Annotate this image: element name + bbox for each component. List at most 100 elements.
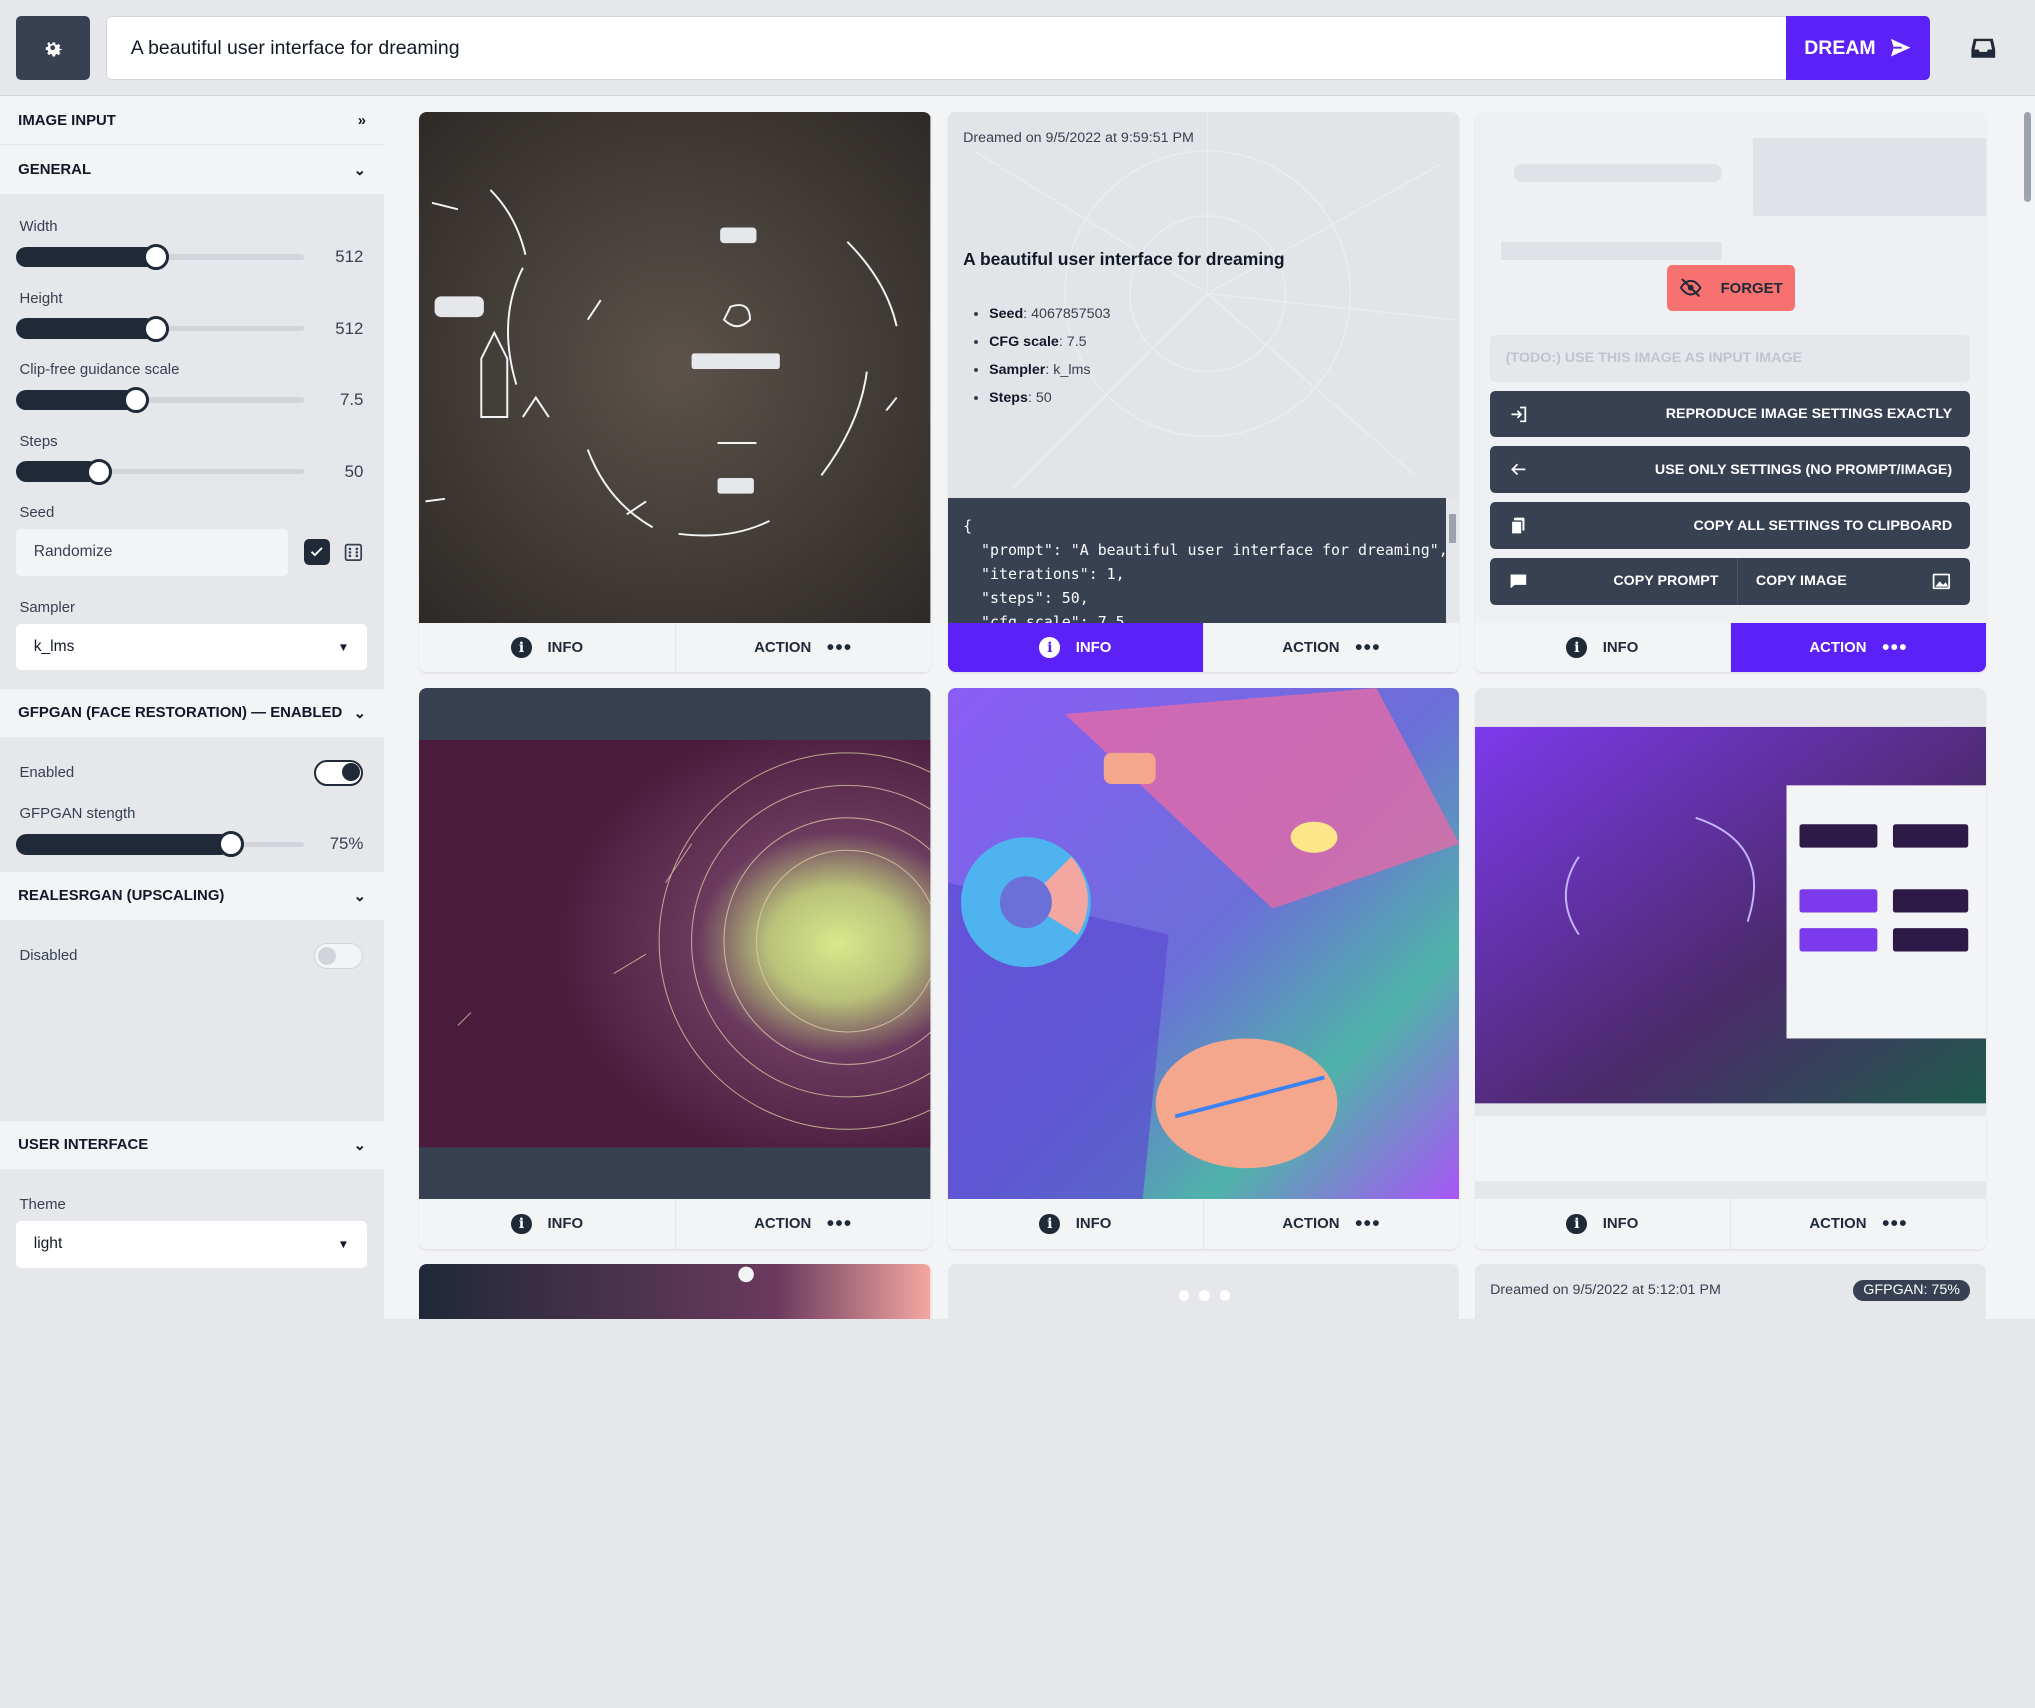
ui-body: Theme light ▼ [0, 1170, 385, 1281]
caret-down-icon: ▼ [337, 1237, 350, 1251]
info-label: INFO [1075, 1215, 1112, 1233]
copy-prompt-button[interactable]: COPY PROMPT [1490, 558, 1737, 605]
section-user-interface[interactable]: USER INTERFACE ⌄ [0, 1120, 385, 1171]
generated-image[interactable] [419, 1264, 931, 1319]
chevron-down-icon: ⌄ [353, 704, 367, 722]
info-button[interactable]: i INFO [419, 1199, 675, 1248]
settings-list: Seed: 4067857503 CFG scale: 7.5 Sampler:… [989, 301, 1110, 413]
sampler-value: k_lms [33, 638, 75, 656]
generated-image[interactable] [947, 687, 1459, 1200]
theme-select[interactable]: light ▼ [15, 1220, 368, 1268]
cfg-slider[interactable] [15, 387, 304, 414]
info-button[interactable]: i INFO [947, 623, 1204, 673]
list-item: Steps: 50 [989, 385, 1110, 413]
copy-image-button[interactable]: COPY IMAGE [1736, 558, 1971, 605]
info-icon: i [511, 1213, 532, 1235]
info-label: INFO [547, 1215, 584, 1233]
action-label: ACTION [754, 639, 812, 657]
cfg-value: 7.5 [339, 390, 364, 410]
randomize-checkbox[interactable] [303, 539, 330, 566]
section-title: USER INTERFACE [18, 1136, 149, 1154]
json-settings[interactable]: { "prompt": "A beautiful user interface … [947, 498, 1459, 623]
info-label: INFO [1602, 639, 1639, 657]
sidebar: IMAGE INPUT » GENERAL ⌄ Width 512 Height… [0, 96, 385, 1319]
loading-card [947, 1264, 1459, 1319]
action-button[interactable]: ACTION ••• [1203, 1199, 1459, 1249]
section-image-input[interactable]: IMAGE INPUT » [0, 96, 385, 146]
section-general[interactable]: GENERAL ⌄ [0, 145, 385, 195]
json-scrollbar[interactable] [1445, 498, 1459, 623]
image-icon [1933, 573, 1951, 590]
card-actions-bar: i INFO ACTION ••• [1474, 623, 1986, 673]
gallery: i INFO ACTION ••• Dreamed on 9/5/2022 at 9… [384, 96, 2020, 1319]
action-label: ACTION [1282, 639, 1340, 657]
generated-image[interactable] [419, 111, 931, 624]
action-label: ACTION [1282, 1215, 1340, 1233]
card-actions-bar: i INFO ACTION ••• [419, 1199, 931, 1249]
forget-button[interactable]: FORGET [1666, 264, 1796, 312]
sampler-label: Sampler [19, 598, 75, 616]
chevron-down-icon: ⌄ [353, 887, 367, 905]
seed-placeholder: Randomize [33, 543, 113, 561]
more-icon: ••• [826, 636, 853, 660]
gfpgan-enabled-label: Enabled [19, 764, 75, 782]
dream-date: Dreamed on 9/5/2022 at 9:59:51 PM [963, 129, 1194, 146]
image-card-info: Dreamed on 9/5/2022 at 9:59:51 PM A beau… [947, 111, 1459, 673]
prompt-input[interactable]: A beautiful user interface for dreaming [106, 15, 1787, 81]
realesrgan-toggle[interactable] [314, 942, 364, 969]
forget-label: FORGET [1720, 279, 1783, 297]
action-button[interactable]: ACTION ••• [674, 623, 931, 673]
action-button[interactable]: ACTION ••• [674, 1199, 931, 1249]
use-only-settings-button[interactable]: USE ONLY SETTINGS (NO PROMPT/IMAGE) [1490, 446, 1971, 494]
info-icon: i [511, 637, 532, 659]
prompt-text: A beautiful user interface for dreaming [130, 36, 460, 59]
generated-image[interactable] [419, 687, 931, 1200]
action-button[interactable]: ACTION ••• [1730, 1199, 1986, 1249]
settings-button[interactable] [15, 15, 90, 81]
section-realesrgan[interactable]: REALESRGAN (UPSCALING) ⌄ [0, 871, 385, 921]
height-slider[interactable] [15, 315, 304, 342]
image-card-actions: FORGET (TODO:) USE THIS IMAGE AS INPUT I… [1474, 111, 1986, 673]
info-button[interactable]: i INFO [1475, 1199, 1731, 1248]
action-button[interactable]: ACTION ••• [1730, 623, 1986, 673]
chevron-down-icon: ⌄ [353, 1136, 367, 1154]
send-icon [1890, 39, 1910, 57]
realesrgan-state-label: Disabled [19, 947, 78, 965]
dream-button[interactable]: DREAM [1786, 15, 1931, 81]
reproduce-settings-button[interactable]: REPRODUCE IMAGE SETTINGS EXACTLY [1490, 390, 1971, 438]
info-icon: i [1566, 637, 1588, 659]
sidebar-spacer [0, 1006, 385, 1121]
realesrgan-body: Disabled [0, 920, 385, 1007]
gfpgan-toggle[interactable] [314, 759, 364, 786]
main-scrollbar[interactable] [2019, 96, 2035, 1319]
info-icon: i [1566, 1213, 1588, 1235]
info-button[interactable]: i INFO [1475, 623, 1731, 672]
seed-input[interactable]: Randomize [15, 528, 289, 576]
list-item: CFG scale: 7.5 [989, 329, 1110, 357]
generated-image[interactable] [1474, 687, 1986, 1200]
info-button[interactable]: i INFO [419, 623, 675, 672]
dice-icon[interactable] [343, 542, 364, 563]
section-gfpgan[interactable]: GFPGAN (FACE RESTORATION) — ENABLED ⌄ [0, 688, 385, 738]
steps-value: 50 [344, 461, 364, 481]
card-actions-bar: i INFO ACTION ••• [419, 623, 931, 673]
section-title: REALESRGAN (UPSCALING) [18, 887, 225, 905]
gfpgan-strength-slider[interactable] [15, 831, 304, 858]
prompt-title: A beautiful user interface for dreaming [963, 249, 1285, 270]
info-button[interactable]: i INFO [948, 1199, 1204, 1248]
more-icon: ••• [1882, 1212, 1908, 1236]
general-body: Width 512 Height 512 Clip-free guidance … [0, 194, 385, 684]
theme-label: Theme [19, 1196, 66, 1214]
copy-all-settings-button[interactable]: COPY ALL SETTINGS TO CLIPBOARD [1490, 502, 1971, 550]
inbox-icon[interactable] [1969, 34, 1998, 63]
info-label: INFO [1602, 1215, 1639, 1233]
width-value: 512 [335, 247, 364, 267]
more-icon: ••• [1355, 636, 1381, 660]
action-button[interactable]: ACTION ••• [1203, 623, 1459, 673]
info-label: INFO [547, 639, 584, 657]
sampler-select[interactable]: k_lms ▼ [15, 623, 368, 671]
steps-slider[interactable] [15, 458, 304, 485]
gfpgan-strength-value: 75% [329, 834, 364, 854]
gear-icon [45, 42, 62, 57]
width-slider[interactable] [15, 244, 304, 271]
